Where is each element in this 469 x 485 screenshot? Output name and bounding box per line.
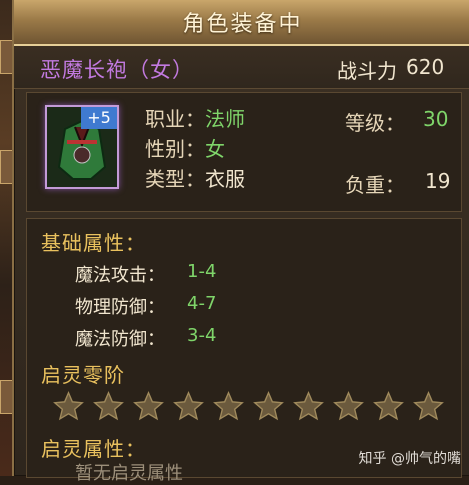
weight-label: 负重： bbox=[345, 173, 405, 197]
job-label: 职业： bbox=[145, 107, 205, 131]
spirit-tier-title: 启灵零阶 bbox=[41, 363, 125, 387]
item-icon[interactable]: +5 bbox=[45, 105, 119, 189]
attr-label: 魔法攻击： bbox=[75, 265, 165, 286]
spirit-stars bbox=[52, 390, 462, 426]
star-icon bbox=[213, 390, 244, 421]
attr-label: 魔法防御： bbox=[75, 329, 165, 350]
watermark: 知乎 @帅气的嘴 bbox=[358, 451, 461, 467]
power-label: 战斗力 bbox=[337, 59, 397, 83]
type-label: 类型： bbox=[145, 167, 205, 191]
star-icon bbox=[333, 390, 364, 421]
item-name: 恶魔长袍（女） bbox=[40, 58, 194, 82]
tooltip-title-bar: 角色装备中 bbox=[14, 0, 469, 46]
level-value: 30 bbox=[423, 107, 449, 131]
type-value: 衣服 bbox=[205, 167, 245, 191]
power-value: 620 bbox=[406, 55, 445, 79]
gender-value: 女 bbox=[205, 137, 225, 161]
star-icon bbox=[93, 390, 124, 421]
star-icon bbox=[373, 390, 404, 421]
star-icon bbox=[413, 390, 444, 421]
equipment-tooltip-panel: 角色装备中 恶魔长袍（女） 战斗力 620 +5 职业： 法师 性别： 女 类型… bbox=[12, 0, 469, 484]
star-icon bbox=[253, 390, 284, 421]
job-value: 法师 bbox=[205, 107, 245, 131]
base-attrs-title: 基础属性： bbox=[41, 231, 146, 255]
enhance-badge: +5 bbox=[81, 107, 117, 129]
weight-value: 19 bbox=[425, 169, 451, 193]
star-icon bbox=[53, 390, 84, 421]
attr-value: 4-7 bbox=[187, 293, 217, 314]
attr-value: 1-4 bbox=[187, 261, 217, 282]
item-header: 恶魔长袍（女） 战斗力 620 bbox=[14, 46, 469, 89]
spirit-empty-text: 暂无启灵属性 bbox=[75, 463, 183, 484]
star-icon bbox=[133, 390, 164, 421]
attr-label: 物理防御： bbox=[75, 297, 165, 318]
star-icon bbox=[293, 390, 324, 421]
star-icon bbox=[173, 390, 204, 421]
level-label: 等级： bbox=[345, 111, 405, 135]
gender-label: 性别： bbox=[145, 137, 205, 161]
spirit-attrs-title: 启灵属性： bbox=[41, 437, 146, 461]
attr-value: 3-4 bbox=[187, 325, 217, 346]
item-info-box: +5 职业： 法师 性别： 女 类型： 衣服 等级： 30 负重： 19 bbox=[26, 92, 462, 212]
tooltip-title: 角色装备中 bbox=[182, 12, 303, 37]
attributes-section: 基础属性： 魔法攻击： 1-4 物理防御： 4-7 魔法防御： 3-4 启灵零阶… bbox=[26, 218, 462, 484]
